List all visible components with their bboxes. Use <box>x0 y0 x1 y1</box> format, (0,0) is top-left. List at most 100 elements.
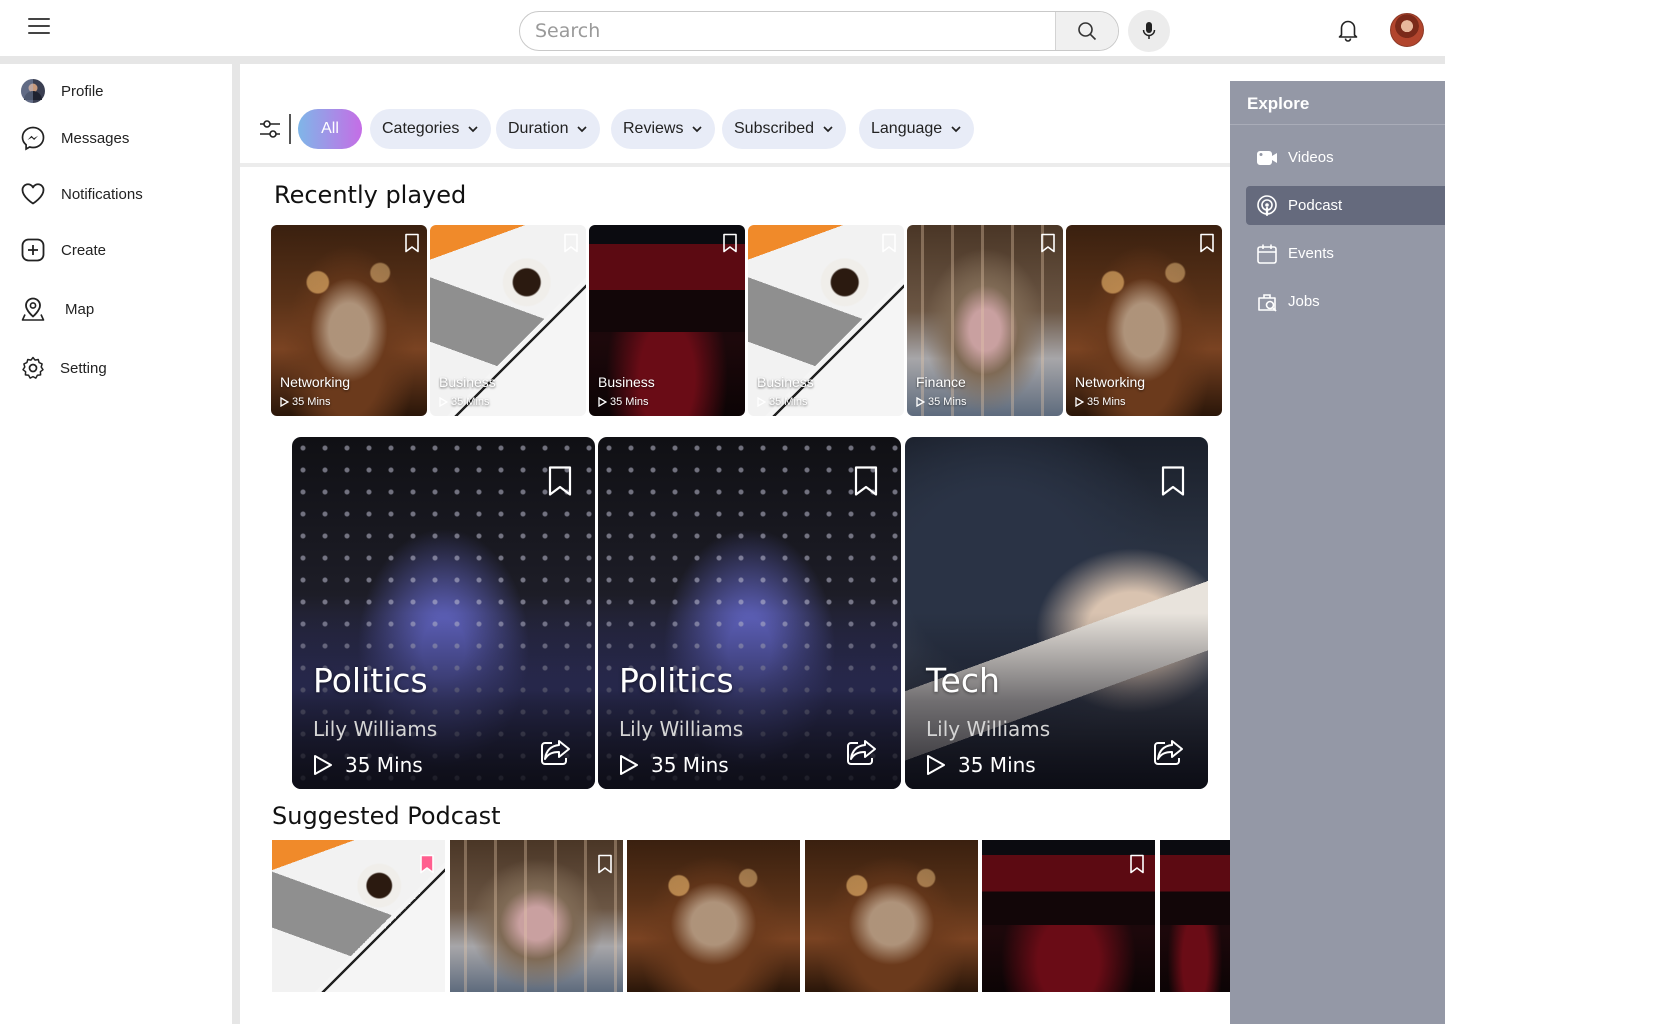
sidebar-item-label: Notifications <box>61 185 143 203</box>
play-icon <box>916 397 925 407</box>
featured-podcast-card[interactable]: Tech Lily Williams 35 Mins <box>905 437 1208 789</box>
chevron-down-icon <box>951 126 961 133</box>
sidebar-item-notifications[interactable]: Notifications <box>20 179 143 209</box>
share-icon[interactable] <box>539 737 573 767</box>
sidebar-item-create[interactable]: Create <box>20 235 106 265</box>
recent-item-duration: 35 Mins <box>439 396 490 408</box>
bookmark-icon[interactable] <box>1160 465 1186 497</box>
bookmark-icon[interactable] <box>597 854 613 874</box>
filter-chip-language[interactable]: Language <box>859 109 975 149</box>
sidebar-item-profile[interactable]: Profile <box>20 76 104 106</box>
featured-podcast-card[interactable]: Politics Lily Williams 35 Mins <box>598 437 901 789</box>
chip-label: Subscribed <box>734 120 815 137</box>
sidebar-item-setting[interactable]: Setting <box>20 353 107 383</box>
featured-podcast-card[interactable]: Politics Lily Williams 35 Mins <box>292 437 595 789</box>
sidebar-item-messages[interactable]: Messages <box>20 123 129 153</box>
explore-item-videos[interactable]: Videos <box>1246 138 1445 177</box>
card-duration: 35 Mins <box>313 753 423 777</box>
play-icon <box>439 397 448 407</box>
search-button[interactable] <box>1055 12 1118 50</box>
play-icon <box>598 397 607 407</box>
menu-icon[interactable] <box>28 18 50 36</box>
filter-chip-reviews[interactable]: Reviews <box>611 109 716 149</box>
bookmark-icon[interactable] <box>722 233 738 253</box>
sidebar-item-label: Create <box>61 241 107 259</box>
recent-item-duration: 35 Mins <box>598 396 649 408</box>
notification-bell-icon[interactable] <box>1335 17 1361 43</box>
recent-item-duration: 35 Mins <box>757 396 808 408</box>
podcast-icon <box>1256 194 1278 217</box>
filter-sliders-icon[interactable] <box>258 117 282 141</box>
sidebar-item-label: Setting <box>60 359 107 377</box>
recent-item-duration: 35 Mins <box>916 396 967 408</box>
search-input[interactable] <box>520 12 1057 50</box>
bookmark-icon[interactable] <box>419 854 435 874</box>
recent-item-card[interactable]: Finance 35 Mins <box>907 225 1063 416</box>
bookmark-icon[interactable] <box>547 465 573 497</box>
bookmark-icon[interactable] <box>1129 854 1145 874</box>
recent-item-category: Finance <box>916 374 966 390</box>
bookmark-icon[interactable] <box>1040 233 1056 253</box>
recent-item-card[interactable]: Networking 35 Mins <box>271 225 427 416</box>
search-bar <box>519 11 1119 51</box>
explore-item-label: Videos <box>1288 149 1334 166</box>
recent-item-category: Networking <box>1075 374 1146 390</box>
recent-item-card[interactable]: Business 35 Mins <box>430 225 586 416</box>
recent-item-card[interactable]: Business 35 Mins <box>589 225 745 416</box>
play-icon <box>280 397 289 407</box>
play-icon[interactable] <box>619 754 639 776</box>
share-icon[interactable] <box>845 737 879 767</box>
explore-item-podcast[interactable]: Podcast <box>1246 186 1445 225</box>
suggested-podcast-card[interactable] <box>805 840 978 992</box>
recent-item-duration: 35 Mins <box>1075 396 1126 408</box>
suggested-podcast-card[interactable] <box>627 840 800 992</box>
bookmark-icon[interactable] <box>881 233 897 253</box>
filter-bar-divider <box>240 163 1230 167</box>
suggested-podcast-card[interactable] <box>982 840 1155 992</box>
play-icon[interactable] <box>313 754 333 776</box>
explore-item-events[interactable]: Events <box>1246 234 1445 273</box>
bookmark-icon[interactable] <box>1199 233 1215 253</box>
chevron-down-icon <box>692 126 703 133</box>
user-avatar[interactable] <box>1390 13 1424 47</box>
sidebar-item-label: Map <box>65 300 95 318</box>
recent-item-card[interactable]: Business 35 Mins <box>748 225 904 416</box>
chevron-down-icon <box>468 126 478 133</box>
microphone-button[interactable] <box>1128 10 1170 52</box>
microphone-icon <box>1142 22 1156 39</box>
share-icon[interactable] <box>1152 737 1186 767</box>
recent-item-category: Networking <box>280 374 351 390</box>
recent-item-card[interactable]: Networking 35 Mins <box>1066 225 1222 416</box>
bookmark-icon[interactable] <box>563 233 579 253</box>
suggested-podcast-card[interactable] <box>272 840 445 992</box>
filter-chip-duration[interactable]: Duration <box>496 109 601 149</box>
filter-chip-categories[interactable]: Categories <box>370 109 492 149</box>
suggested-podcast-title: Suggested Podcast <box>272 802 501 830</box>
card-author: Lily Williams <box>926 717 1051 741</box>
play-icon <box>1075 397 1084 407</box>
card-author: Lily Williams <box>313 717 438 741</box>
explore-item-jobs[interactable]: Jobs <box>1246 282 1445 321</box>
filter-separator <box>289 114 291 144</box>
chip-label: Duration <box>508 120 569 137</box>
filter-chip-all[interactable]: All <box>298 109 362 149</box>
sidebar-divider <box>232 64 240 1024</box>
profile-avatar-icon <box>20 78 46 104</box>
chip-label: Categories <box>382 120 460 137</box>
bookmark-icon[interactable] <box>853 465 879 497</box>
calendar-icon <box>1256 243 1278 265</box>
sidebar-item-map[interactable]: Map <box>20 294 94 324</box>
suggested-podcast-card[interactable] <box>1160 840 1230 992</box>
card-duration: 35 Mins <box>619 753 729 777</box>
recent-item-category: Business <box>757 374 814 390</box>
suggested-podcast-card[interactable] <box>450 840 623 992</box>
recently-played-title: Recently played <box>274 181 467 209</box>
bookmark-icon[interactable] <box>404 233 420 253</box>
explore-title: Explore <box>1247 94 1310 113</box>
plus-square-icon <box>20 237 46 263</box>
card-title: Politics <box>313 661 428 700</box>
filter-chip-subscribed[interactable]: Subscribed <box>722 109 847 149</box>
recent-item-duration: 35 Mins <box>280 396 331 408</box>
play-icon[interactable] <box>926 754 946 776</box>
heart-icon <box>20 181 46 207</box>
